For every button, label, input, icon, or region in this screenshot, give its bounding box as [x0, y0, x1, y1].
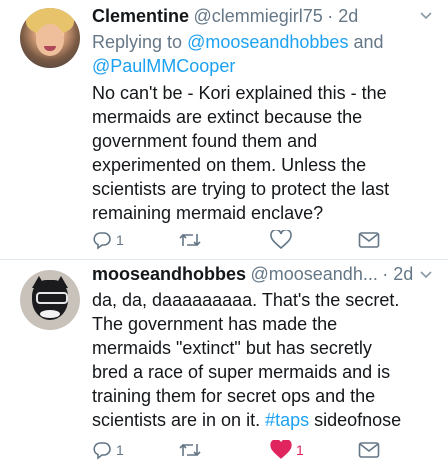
- like-button[interactable]: 1: [270, 438, 304, 462]
- replying-and: and: [348, 32, 384, 52]
- dm-button[interactable]: [358, 228, 380, 252]
- avatar[interactable]: [20, 270, 80, 330]
- dm-button[interactable]: [358, 438, 380, 462]
- hashtag-link[interactable]: #taps: [265, 410, 309, 430]
- mention-link[interactable]: @PaulMMCooper: [92, 56, 235, 76]
- direct-message-icon: [358, 231, 380, 249]
- heart-icon: [270, 230, 292, 250]
- like-count: 1: [296, 442, 304, 458]
- avatar-face: [36, 24, 64, 56]
- retweet-icon: [178, 440, 202, 460]
- chevron-down-icon[interactable]: [420, 268, 432, 282]
- avatar-glasses: [36, 292, 68, 304]
- reply-button[interactable]: 1: [92, 438, 124, 462]
- user-handle[interactable]: @clemmiegirl75: [193, 6, 322, 26]
- timestamp[interactable]: · 2d: [382, 264, 413, 284]
- replying-to-prefix: Replying to: [92, 32, 188, 52]
- tweet-text: da, da, daaaaaaaaa. That's the secret. T…: [92, 288, 437, 432]
- tweet-actions: 1: [92, 228, 432, 252]
- tweet-text: No can't be - Kori explained this - the …: [92, 83, 390, 223]
- avatar[interactable]: [20, 8, 80, 68]
- direct-message-icon: [358, 441, 380, 459]
- avatar-chin: [40, 310, 60, 318]
- retweet-icon: [178, 230, 202, 250]
- reply-icon: [92, 230, 112, 250]
- retweet-button[interactable]: [178, 228, 206, 252]
- reply-count: 1: [116, 232, 124, 248]
- display-name[interactable]: Clementine: [92, 6, 189, 26]
- tweet[interactable]: mooseandhobbes @mooseandh... · 2d da, da…: [0, 260, 448, 466]
- reply-count: 1: [116, 442, 124, 458]
- display-name[interactable]: mooseandhobbes: [92, 264, 246, 284]
- chevron-down-icon[interactable]: [420, 9, 432, 23]
- tweet-text-main: da, da, daaaaaaaaa. That's the secret. T…: [92, 290, 400, 430]
- reply-button[interactable]: 1: [92, 228, 124, 252]
- tweet-header: mooseandhobbes @mooseandh... · 2d: [92, 264, 413, 285]
- user-handle[interactable]: @mooseandh...: [250, 264, 377, 284]
- heart-icon: [270, 440, 292, 460]
- replying-to: Replying to @mooseandhobbes and @PaulMMC…: [92, 30, 384, 78]
- like-button[interactable]: [270, 228, 296, 252]
- retweet-button[interactable]: [178, 438, 206, 462]
- timestamp[interactable]: · 2d: [327, 6, 358, 26]
- tweet-header: Clementine @clemmiegirl75 · 2d: [92, 6, 358, 27]
- tweet-text-tail: sideofnose: [309, 410, 402, 430]
- tweet-actions: 1 1: [92, 438, 432, 462]
- mention-link[interactable]: @mooseandhobbes: [187, 32, 348, 52]
- reply-icon: [92, 440, 112, 460]
- tweet[interactable]: Clementine @clemmiegirl75 · 2d Replying …: [0, 0, 448, 260]
